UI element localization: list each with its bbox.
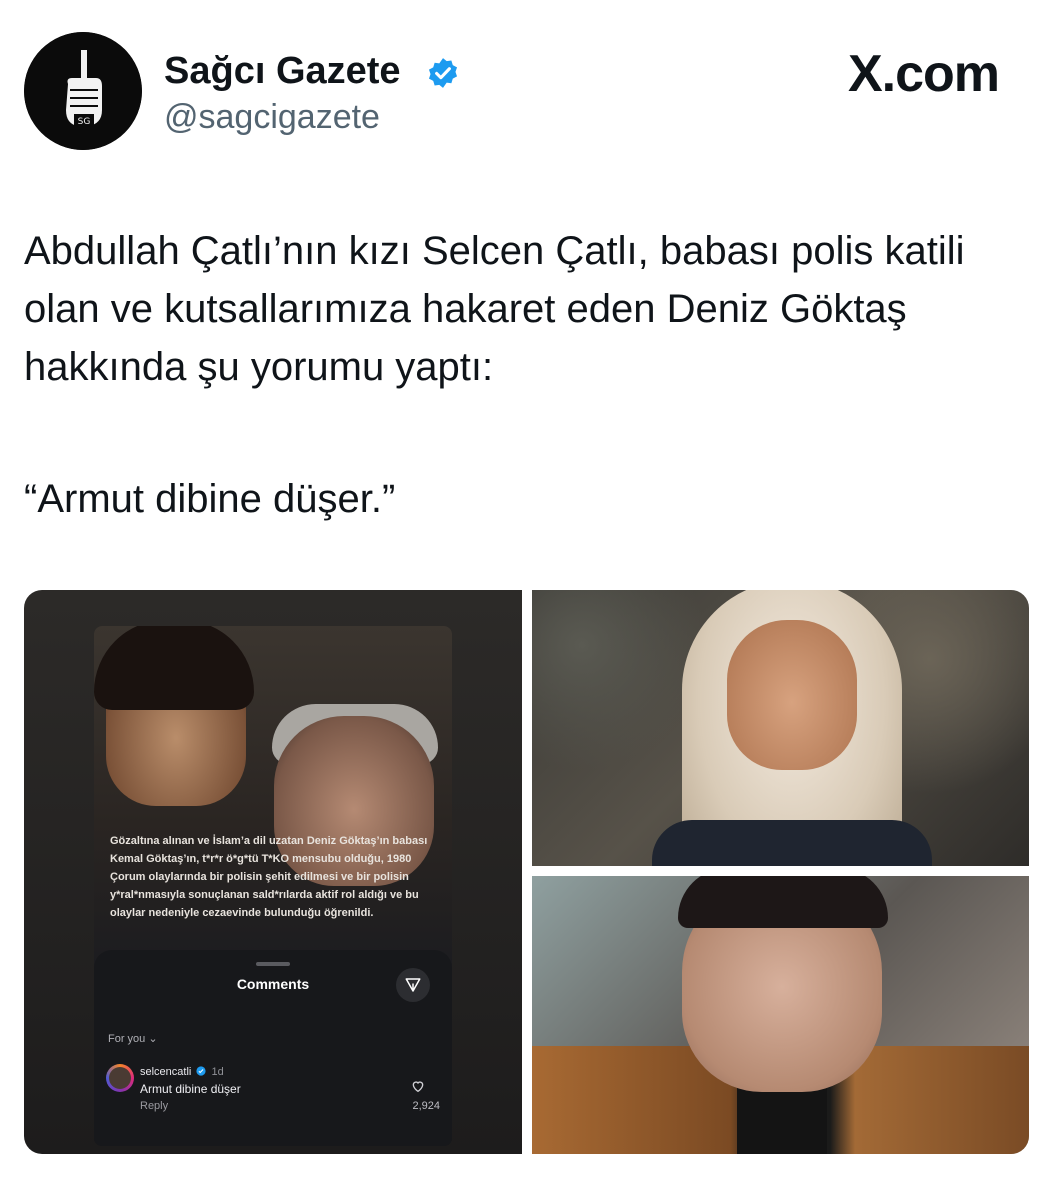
verified-badge-icon [196,1066,207,1076]
for-you-dropdown[interactable]: For you ⌄ [108,1032,158,1045]
comments-sheet: Comments For you ⌄ selcencatli 1d Armut … [94,950,452,1146]
filter-button[interactable] [396,968,430,1002]
post-caption: Gözaltına alınan ve İslam’a dil uzatan D… [110,835,428,919]
comment-time: 1d [211,1066,224,1078]
display-name[interactable]: Sağcı Gazete [164,50,401,93]
media-photo-woman[interactable] [532,590,1029,866]
comment-avatar[interactable] [106,1064,134,1092]
fist-logo-icon: SG [24,32,142,150]
username[interactable]: @sagcigazete [164,98,380,137]
person-left-hair [94,626,254,710]
man-hair [678,876,888,928]
woman-shirt [652,820,932,866]
heart-icon[interactable] [410,1078,426,1094]
comment-username[interactable]: selcencatli [140,1066,191,1078]
chevron-down-icon: ⌄ [148,1033,158,1045]
tweet-text: Abdullah Çatlı’nın kızı Selcen Çatlı, ba… [24,229,965,389]
site-logo: X.com [847,45,1000,103]
like-count: 2,924 [412,1100,440,1112]
comment-header: selcencatli 1d [140,1066,224,1078]
verified-badge-icon [428,58,458,88]
woman-face [727,620,857,770]
reply-button[interactable]: Reply [140,1100,168,1112]
send-icon [405,978,421,992]
svg-text:SG: SG [78,117,91,127]
media-photo-man[interactable] [532,876,1029,1154]
comment-text: Armut dibine düşer [140,1082,241,1096]
media-screenshot[interactable]: Gözaltına alınan ve İslam’a dil uzatan D… [24,590,522,1154]
profile-avatar[interactable]: SG [24,32,142,150]
post-photo [94,626,452,986]
for-you-label: For you [108,1033,146,1045]
tweet-header: SG Sağcı Gazete @sagcigazete X.com [24,32,1029,152]
media-grid[interactable]: Gözaltına alınan ve İslam’a dil uzatan D… [24,590,1029,1154]
drag-handle[interactable] [256,962,290,966]
instagram-post-screenshot: Gözaltına alınan ve İslam’a dil uzatan D… [94,626,452,1146]
tweet-quote: “Armut dibine düşer.” [24,477,396,521]
